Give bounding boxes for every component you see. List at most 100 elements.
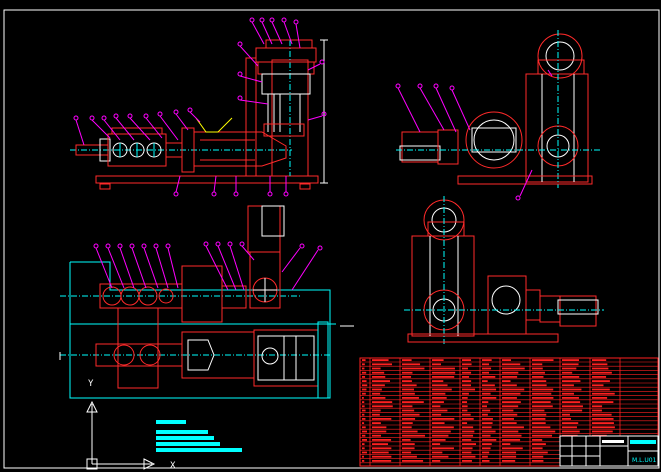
- table-cell-ink: [592, 401, 614, 403]
- table-cell-ink: [562, 371, 573, 374]
- table-cell-ink: [462, 451, 472, 454]
- title-block[interactable]: M.L.U01: [559, 435, 659, 467]
- table-cell-ink: [502, 376, 518, 378]
- table-cell-ink: [372, 439, 392, 441]
- table-cell-ink: [482, 380, 488, 382]
- table-cell-ink: [532, 451, 548, 454]
- table-cell-ink: [532, 392, 552, 395]
- table-cell-ink: [482, 451, 490, 454]
- table-cell-ink: [532, 418, 546, 420]
- table-cell-ink: [372, 405, 393, 408]
- table-cell-ink: [462, 439, 472, 441]
- table-cell-ink: [562, 405, 583, 408]
- table-cell-ink: [482, 443, 492, 445]
- table-cell-ink: [362, 392, 366, 395]
- table-cell-ink: [402, 359, 412, 361]
- table-cell-ink: [362, 401, 365, 403]
- table-cell-ink: [432, 426, 454, 429]
- table-cell-ink: [462, 367, 468, 370]
- sheet-frame: [3, 9, 660, 469]
- table-cell-ink: [482, 409, 491, 412]
- table-cell-ink: [562, 413, 570, 416]
- table-cell-ink: [502, 418, 514, 420]
- table-cell-ink: [462, 413, 471, 416]
- table-cell-ink: [402, 460, 424, 462]
- table-cell-ink: [462, 371, 472, 374]
- table-cell-ink: [432, 443, 441, 445]
- table-cell-ink: [592, 384, 604, 387]
- table-cell-ink: [402, 434, 425, 437]
- table-cell-ink: [502, 422, 517, 424]
- table-cell-ink: [562, 384, 574, 387]
- table-cell-ink: [482, 430, 496, 433]
- table-cell-ink: [562, 397, 579, 399]
- table-cell-ink: [502, 363, 521, 366]
- table-cell-ink: [462, 418, 474, 420]
- table-cell-ink: [562, 380, 581, 382]
- table-cell-ink: [592, 392, 615, 395]
- table-cell-ink: [372, 363, 392, 366]
- table-cell-ink: [532, 367, 543, 370]
- table-cell-ink: [372, 455, 392, 458]
- table-cell-ink: [502, 401, 521, 403]
- table-cell-ink: [402, 405, 413, 408]
- table-cell-ink: [532, 426, 551, 429]
- table-cell-ink: [362, 434, 366, 437]
- table-cell-ink: [592, 397, 608, 399]
- table-cell-ink: [432, 363, 441, 366]
- table-cell-ink: [502, 460, 516, 462]
- table-cell-ink: [432, 422, 445, 424]
- table-cell-ink: [532, 388, 554, 391]
- table-cell-ink: [432, 371, 456, 374]
- table-cell-ink: [532, 363, 543, 366]
- table-cell-ink: [502, 434, 522, 437]
- table-cell-ink: [362, 380, 367, 382]
- table-cell-ink: [462, 376, 470, 378]
- table-cell-ink: [402, 413, 420, 416]
- table-cell-ink: [362, 367, 365, 370]
- table-cell-ink: [562, 426, 577, 429]
- table-cell-ink: [462, 380, 472, 382]
- table-cell-ink: [592, 422, 614, 424]
- table-cell-ink: [482, 413, 488, 416]
- table-cell-ink: [372, 460, 392, 462]
- table-cell-ink: [372, 376, 386, 378]
- table-cell-ink: [482, 455, 488, 458]
- side-view-lower-right[interactable]: [404, 196, 604, 344]
- table-cell-ink: [502, 413, 518, 416]
- table-cell-ink: [372, 380, 390, 382]
- table-cell-ink: [402, 430, 418, 433]
- table-cell-ink: [372, 426, 387, 429]
- cad-drawing-canvas[interactable]: Y X M.L.U01: [0, 0, 661, 472]
- plan-view[interactable]: [59, 205, 354, 399]
- table-cell-ink: [462, 434, 474, 437]
- table-cell-ink: [532, 447, 543, 450]
- table-cell-ink: [462, 455, 476, 458]
- ucs-axis-icon: Y X: [86, 379, 176, 471]
- table-cell-ink: [482, 418, 493, 420]
- table-cell-ink: [592, 359, 607, 361]
- table-cell-ink: [562, 392, 574, 395]
- table-cell-ink: [362, 409, 366, 412]
- table-cell-ink: [402, 401, 424, 403]
- table-cell-ink: [372, 434, 381, 437]
- table-cell-ink: [502, 451, 517, 454]
- table-cell-ink: [402, 422, 413, 424]
- table-cell-ink: [502, 367, 525, 370]
- table-cell-ink: [502, 430, 519, 433]
- table-cell-ink: [482, 376, 496, 378]
- table-cell-ink: [462, 363, 472, 366]
- table-cell-ink: [432, 397, 447, 399]
- table-cell-ink: [462, 359, 472, 361]
- side-view-upper-right[interactable]: [395, 30, 600, 201]
- table-cell-ink: [372, 447, 392, 450]
- front-elevation-view[interactable]: [70, 17, 328, 197]
- title-block-code: M.L.U01: [632, 457, 657, 464]
- table-cell-ink: [482, 359, 492, 361]
- table-cell-ink: [462, 426, 474, 429]
- table-cell-ink: [502, 380, 511, 382]
- table-cell-ink: [372, 397, 386, 399]
- table-cell-ink: [372, 418, 392, 420]
- table-cell-ink: [532, 371, 545, 374]
- table-cell-ink: [372, 392, 381, 395]
